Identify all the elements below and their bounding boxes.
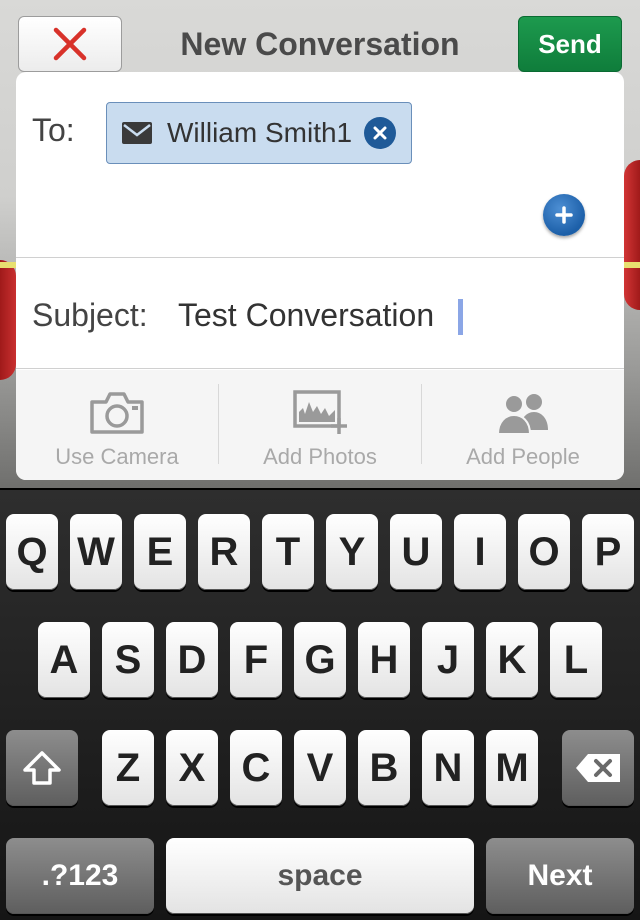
key-h[interactable]: H bbox=[358, 622, 410, 698]
remove-x-icon bbox=[373, 126, 387, 140]
subject-input[interactable]: Test Conversation bbox=[178, 297, 434, 334]
key-b[interactable]: B bbox=[358, 730, 410, 806]
close-x-icon bbox=[53, 27, 87, 61]
key-i[interactable]: I bbox=[454, 514, 506, 590]
key-g[interactable]: G bbox=[294, 622, 346, 698]
key-f[interactable]: F bbox=[230, 622, 282, 698]
to-label: To: bbox=[32, 112, 75, 148]
numbers-key[interactable]: .?123 bbox=[6, 838, 154, 914]
background-car-left bbox=[0, 260, 16, 380]
key-e[interactable]: E bbox=[134, 514, 186, 590]
backspace-key[interactable] bbox=[562, 730, 634, 806]
key-n[interactable]: N bbox=[422, 730, 474, 806]
add-people-label: Add People bbox=[466, 444, 580, 469]
remove-recipient-icon[interactable] bbox=[364, 117, 397, 149]
use-camera-label: Use Camera bbox=[55, 444, 179, 469]
subject-label: Subject: bbox=[32, 297, 148, 333]
space-key[interactable]: space bbox=[166, 838, 474, 914]
keyboard: Q W E R T Y U I O P A S D F G H J K L Z … bbox=[0, 488, 640, 920]
attachment-toolbar: Use Camera Add Photos Add People bbox=[16, 370, 624, 480]
key-m[interactable]: M bbox=[486, 730, 538, 806]
people-icon bbox=[496, 394, 548, 435]
key-u[interactable]: U bbox=[390, 514, 442, 590]
add-photos-button[interactable]: Add Photos bbox=[219, 370, 421, 480]
key-o[interactable]: O bbox=[518, 514, 570, 590]
background-stripe-left bbox=[0, 262, 16, 268]
key-j[interactable]: J bbox=[422, 622, 474, 698]
compose-card: To: William Smith1 Subject: Test Convers… bbox=[16, 72, 624, 480]
key-y[interactable]: Y bbox=[326, 514, 378, 590]
key-d[interactable]: D bbox=[166, 622, 218, 698]
background-stripe-right bbox=[624, 262, 640, 268]
shift-key[interactable] bbox=[6, 730, 78, 806]
key-l[interactable]: L bbox=[550, 622, 602, 698]
add-people-button[interactable]: Add People bbox=[422, 370, 624, 480]
recipient-name: William Smith1 bbox=[167, 117, 353, 148]
add-recipient-button[interactable] bbox=[543, 194, 585, 236]
key-q[interactable]: Q bbox=[6, 514, 58, 590]
key-z[interactable]: Z bbox=[102, 730, 154, 806]
add-photos-label: Add Photos bbox=[263, 444, 377, 469]
background-car-right bbox=[624, 160, 640, 310]
backspace-icon bbox=[576, 754, 620, 782]
key-c[interactable]: C bbox=[230, 730, 282, 806]
use-camera-button[interactable]: Use Camera bbox=[16, 370, 218, 480]
to-field[interactable]: To: William Smith1 bbox=[16, 72, 624, 258]
shift-arrow-icon bbox=[23, 751, 61, 785]
add-photos-icon bbox=[293, 390, 347, 434]
next-key[interactable]: Next bbox=[486, 838, 634, 914]
key-x[interactable]: X bbox=[166, 730, 218, 806]
key-k[interactable]: K bbox=[486, 622, 538, 698]
close-button[interactable] bbox=[18, 16, 122, 72]
mail-icon bbox=[122, 122, 152, 144]
key-r[interactable]: R bbox=[198, 514, 250, 590]
page-title: New Conversation bbox=[180, 26, 460, 62]
camera-icon bbox=[90, 392, 144, 434]
key-p[interactable]: P bbox=[582, 514, 634, 590]
subject-field[interactable]: Subject: Test Conversation bbox=[16, 259, 624, 369]
plus-icon bbox=[555, 206, 573, 224]
key-w[interactable]: W bbox=[70, 514, 122, 590]
key-a[interactable]: A bbox=[38, 622, 90, 698]
key-v[interactable]: V bbox=[294, 730, 346, 806]
key-s[interactable]: S bbox=[102, 622, 154, 698]
recipient-chip[interactable]: William Smith1 bbox=[106, 102, 412, 164]
key-t[interactable]: T bbox=[262, 514, 314, 590]
text-cursor bbox=[458, 299, 463, 335]
send-button[interactable]: Send bbox=[518, 16, 622, 72]
